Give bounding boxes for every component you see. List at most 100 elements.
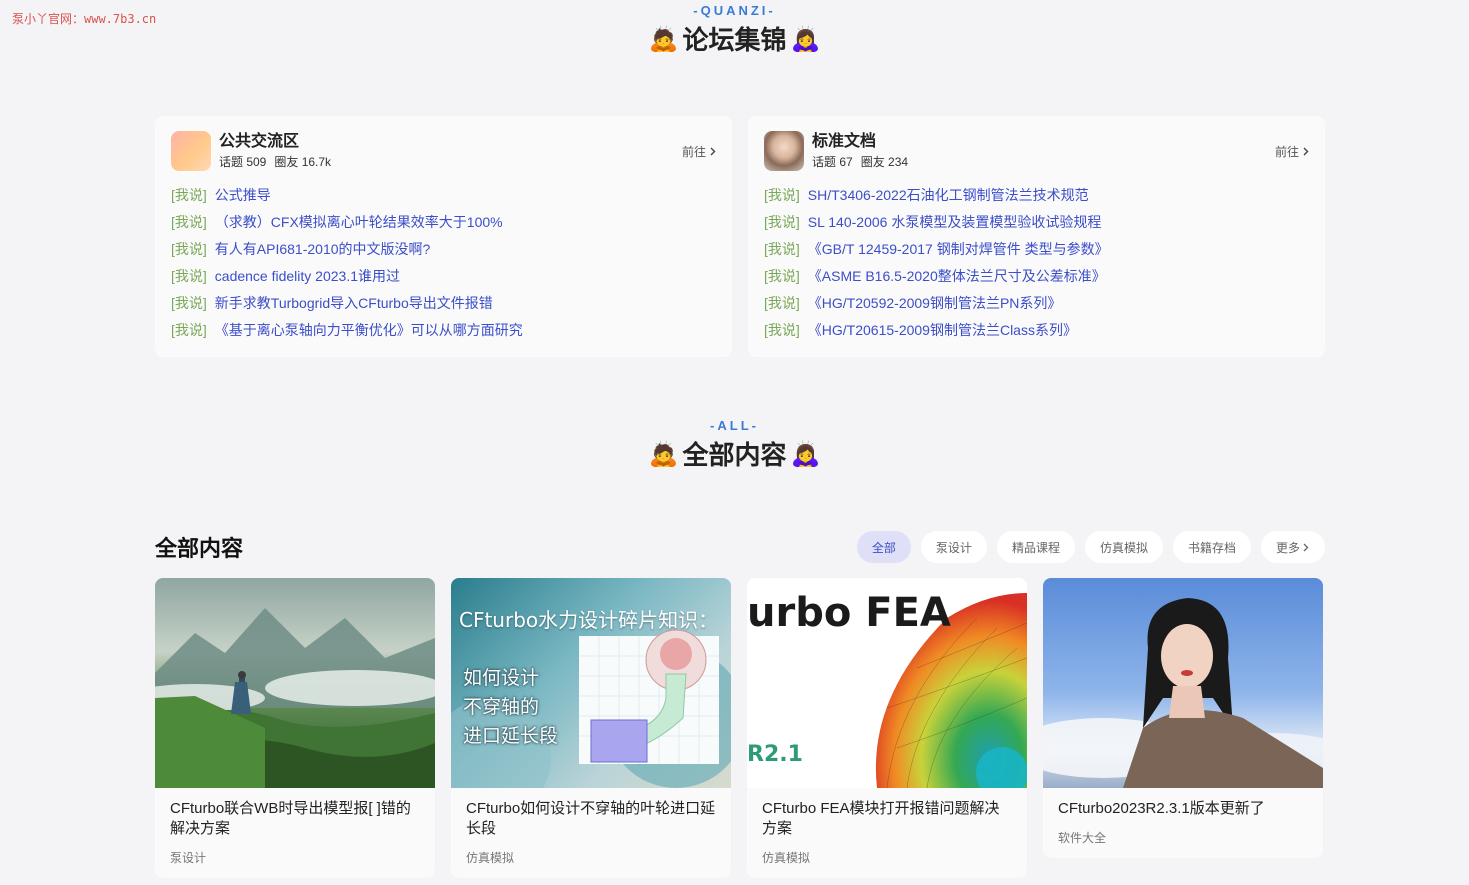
post-grid: CFturbo联合WB时导出模型报[ ]错的解决方案 泵设计 CFturbo水力… xyxy=(155,578,1325,878)
filter-tabs: 全部 泵设计 精品课程 仿真模拟 书籍存档 更多 xyxy=(856,531,1325,563)
post-tag: [我说] xyxy=(171,295,207,311)
diagram-image[interactable]: CFturbo水力设计碎片知识： 如何设计 不穿轴的 进口延长段 xyxy=(451,578,731,788)
forum-name[interactable]: 公共交流区 xyxy=(219,132,682,152)
post-card[interactable]: CFturbo2023R2.3.1版本更新了 软件大全 xyxy=(1043,578,1323,858)
forum-name[interactable]: 标准文档 xyxy=(812,132,1275,152)
section-title-text: 全部内容 xyxy=(682,440,787,470)
list-item[interactable]: [我说] cadence fidelity 2023.1谁用过 xyxy=(171,263,716,290)
bowing-woman-icon: 🙇‍♀️ xyxy=(790,24,821,53)
post-tag: [我说] xyxy=(764,241,800,257)
forum-avatar[interactable] xyxy=(171,131,211,171)
post-tag: [我说] xyxy=(171,241,207,257)
forum-card-public: 公共交流区 话题 509 圈友 16.7k 前往 [我说] 公式推导 [我说] （求教… xyxy=(155,116,732,357)
post-card[interactable]: CFturbo联合WB时导出模型报[ ]错的解决方案 泵设计 xyxy=(155,578,435,878)
post-tag: [我说] xyxy=(764,214,800,230)
post-link[interactable]: SH/T3406-2022石油化工钢制管法兰技术规范 xyxy=(808,187,1089,203)
list-item[interactable]: [我说] 新手求教Turbogrid导入CFturbo导出文件报错 xyxy=(171,290,716,317)
thumb-headline: CFturbo水力设计碎片知识： xyxy=(459,608,719,632)
tab-courses[interactable]: 精品课程 xyxy=(996,531,1075,563)
post-title[interactable]: CFturbo如何设计不穿轴的叶轮进口延长段 xyxy=(466,799,716,839)
section-title-text: 论坛集锦 xyxy=(682,25,787,55)
forum-topics-count: 话题 67 xyxy=(812,155,853,169)
tab-more[interactable]: 更多 xyxy=(1260,531,1325,563)
section-title: 🙇 全部内容 🙇‍♀️ xyxy=(649,435,821,472)
content-heading: 全部内容 xyxy=(155,536,244,561)
list-item[interactable]: [我说] 《基于离心泵轴向力平衡优化》可以从哪方面研究 xyxy=(171,317,716,344)
thumb-line: 进口延长段 xyxy=(463,725,559,747)
tab-pump-design[interactable]: 泵设计 xyxy=(920,531,987,563)
bowing-person-icon: 🙇 xyxy=(648,439,679,468)
forum-go-label: 前往 xyxy=(1274,144,1299,159)
post-tag: [我说] xyxy=(764,187,800,203)
chevron-right-icon xyxy=(1303,147,1309,155)
post-link[interactable]: 《HG/T20615-2009钢制管法兰Class系列》 xyxy=(808,322,1077,338)
post-link[interactable]: 《GB/T 12459-2017 钢制对焊管件 类型与参数》 xyxy=(808,241,1109,257)
post-tag: [我说] xyxy=(171,322,207,338)
bowing-woman-icon: 🙇‍♀️ xyxy=(790,439,821,468)
post-link[interactable]: 公式推导 xyxy=(215,187,271,203)
thumb-lines: 如何设计 不穿轴的 进口延长段 xyxy=(463,664,558,751)
list-item[interactable]: [我说] （求教）CFX模拟离心叶轮结果效率大于100% xyxy=(171,209,716,236)
thumb-corner-text: R2.1 xyxy=(747,742,803,767)
forum-stats: 话题 67 圈友 234 xyxy=(812,153,1275,170)
post-tag: [我说] xyxy=(764,295,800,311)
post-category[interactable]: 仿真模拟 xyxy=(762,849,1012,866)
list-item[interactable]: [我说] 《HG/T20592-2009钢制管法兰PN系列》 xyxy=(764,290,1309,317)
post-card[interactable]: CFturbo水力设计碎片知识： 如何设计 不穿轴的 进口延长段 CFturbo… xyxy=(451,578,731,878)
tab-books[interactable]: 书籍存档 xyxy=(1172,531,1251,563)
forum-stats: 话题 509 圈友 16.7k xyxy=(219,153,682,170)
post-link[interactable]: cadence fidelity 2023.1谁用过 xyxy=(215,268,400,284)
forum-members-count: 圈友 234 xyxy=(860,155,909,169)
fea-mesh-image[interactable]: urbo FEA R2.1 xyxy=(747,578,1027,788)
bowing-person-icon: 🙇 xyxy=(648,24,679,53)
post-category[interactable]: 泵设计 xyxy=(170,849,420,866)
post-link[interactable]: SL 140-2006 水泵模型及装置模型验收试验规程 xyxy=(808,214,1102,230)
section-subtitle: -QUANZI- xyxy=(693,3,776,18)
post-tag: [我说] xyxy=(171,268,207,284)
tab-more-label: 更多 xyxy=(1275,540,1300,555)
post-link[interactable]: （求教）CFX模拟离心叶轮结果效率大于100% xyxy=(215,214,503,230)
post-title[interactable]: CFturbo FEA模块打开报错问题解决方案 xyxy=(762,799,1012,839)
list-item[interactable]: [我说] SH/T3406-2022石油化工钢制管法兰技术规范 xyxy=(764,182,1309,209)
post-link[interactable]: 新手求教Turbogrid导入CFturbo导出文件报错 xyxy=(215,295,493,311)
forum-topics-count: 话题 509 xyxy=(219,155,267,169)
list-item[interactable]: [我说] 《ASME B16.5-2020整体法兰尺寸及公差标准》 xyxy=(764,263,1309,290)
post-category[interactable]: 软件大全 xyxy=(1058,829,1308,846)
quanzi-section-header: -QUANZI- 🙇 论坛集锦 🙇‍♀️ xyxy=(0,3,1469,57)
list-item[interactable]: [我说] 公式推导 xyxy=(171,182,716,209)
post-link[interactable]: 《HG/T20592-2009钢制管法兰PN系列》 xyxy=(808,295,1062,311)
mountain-landscape-image[interactable] xyxy=(155,578,435,788)
post-link[interactable]: 《ASME B16.5-2020整体法兰尺寸及公差标准》 xyxy=(808,268,1106,284)
thumb-line: 如何设计 xyxy=(463,667,540,689)
portrait-photo-image[interactable] xyxy=(1043,578,1323,788)
tab-simulation[interactable]: 仿真模拟 xyxy=(1084,531,1163,563)
forum-avatar[interactable] xyxy=(764,131,804,171)
post-tag: [我说] xyxy=(764,322,800,338)
content-header: 全部内容 全部 泵设计 精品课程 仿真模拟 书籍存档 更多 xyxy=(155,530,1325,564)
post-link[interactable]: 《基于离心泵轴向力平衡优化》可以从哪方面研究 xyxy=(215,322,523,338)
portrait-art xyxy=(1043,598,1323,788)
forum-card-standards: 标准文档 话题 67 圈友 234 前往 [我说] SH/T3406-2022石油化… xyxy=(748,116,1325,357)
forum-members-count: 圈友 16.7k xyxy=(274,155,332,169)
section-title: 🙇 论坛集锦 🙇‍♀️ xyxy=(649,20,821,57)
post-tag: [我说] xyxy=(764,268,800,284)
post-title[interactable]: CFturbo联合WB时导出模型报[ ]错的解决方案 xyxy=(170,799,420,839)
list-item[interactable]: [我说] 《GB/T 12459-2017 钢制对焊管件 类型与参数》 xyxy=(764,236,1309,263)
post-title[interactable]: CFturbo2023R2.3.1版本更新了 xyxy=(1058,799,1308,819)
list-item[interactable]: [我说] SL 140-2006 水泵模型及装置模型验收试验规程 xyxy=(764,209,1309,236)
section-subtitle: -ALL- xyxy=(710,418,759,433)
tab-all[interactable]: 全部 xyxy=(856,531,911,563)
post-link[interactable]: 有人有API681-2010的中文版没啊? xyxy=(215,241,431,257)
post-tag: [我说] xyxy=(171,187,207,203)
forum-go-link[interactable]: 前往 xyxy=(1275,143,1309,160)
list-item[interactable]: [我说] 有人有API681-2010的中文版没啊? xyxy=(171,236,716,263)
landscape-art xyxy=(155,608,435,788)
forum-go-label: 前往 xyxy=(681,144,706,159)
chevron-right-icon xyxy=(1303,543,1309,551)
all-section-header: -ALL- 🙇 全部内容 🙇‍♀️ xyxy=(0,418,1469,472)
list-item[interactable]: [我说] 《HG/T20615-2009钢制管法兰Class系列》 xyxy=(764,317,1309,344)
post-category[interactable]: 仿真模拟 xyxy=(466,849,716,866)
chevron-right-icon xyxy=(710,147,716,155)
post-card[interactable]: urbo FEA R2.1 CFturbo FEA模块打开报错问题解决方案 仿真… xyxy=(747,578,1027,878)
forum-go-link[interactable]: 前往 xyxy=(682,143,716,160)
